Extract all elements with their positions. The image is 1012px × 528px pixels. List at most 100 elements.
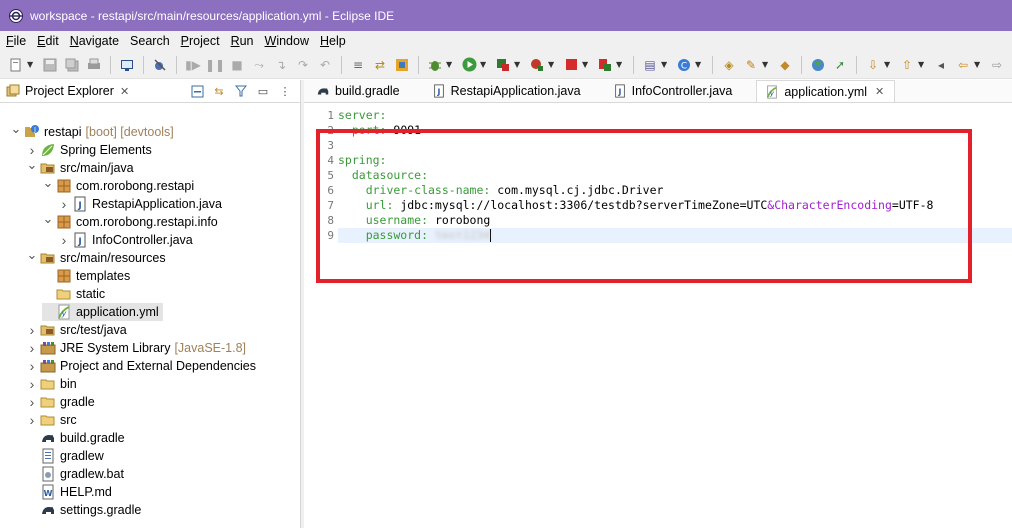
suspend-icon[interactable]: ❚❚ — [205, 57, 225, 73]
tree-item-application-yml[interactable]: y application.yml — [42, 303, 163, 321]
code-line[interactable]: server: — [338, 108, 998, 123]
menu-item-file[interactable]: File — [1, 34, 31, 48]
close-icon[interactable]: ✕ — [120, 85, 129, 98]
chevron-down-icon[interactable]: ▼ — [762, 60, 770, 69]
menu-item-window[interactable]: Window — [260, 34, 314, 48]
terminal-icon[interactable] — [119, 57, 135, 73]
chevron-down-icon[interactable]: ⌄ — [26, 157, 38, 173]
forward-icon[interactable]: ⇨ — [989, 57, 1005, 73]
chevron-down-icon[interactable]: ▼ — [884, 60, 892, 69]
menu-item-help[interactable]: Help — [315, 34, 351, 48]
collapse-all-icon[interactable] — [190, 84, 204, 98]
chevron-down-icon[interactable]: ⌄ — [26, 247, 38, 263]
globe-icon[interactable] — [810, 57, 826, 73]
chevron-right-icon[interactable]: › — [26, 142, 38, 158]
tree-item-restapiapplication-java[interactable]: › J RestapiApplication.java — [58, 195, 222, 213]
editor-tab-application-yml[interactable]: y application.yml ✕ — [756, 80, 896, 102]
terminate-icon[interactable]: ■ — [229, 57, 245, 73]
run-last-tool-icon[interactable]: ➚ — [832, 57, 848, 73]
chevron-right-icon[interactable]: › — [26, 322, 38, 338]
save-all-icon[interactable] — [64, 57, 80, 73]
chevron-down-icon[interactable]: ▼ — [695, 60, 703, 69]
chevron-down-icon[interactable]: ▼ — [446, 60, 454, 69]
chevron-down-icon[interactable]: ▼ — [918, 60, 926, 69]
skip-breakpoints-icon[interactable] — [152, 57, 168, 73]
chevron-down-icon[interactable]: ▼ — [661, 60, 669, 69]
view-menu-icon[interactable]: ⋮ — [278, 84, 292, 98]
menu-item-run[interactable]: Run — [226, 34, 259, 48]
external-tools-icon[interactable] — [529, 57, 545, 73]
chevron-right-icon[interactable]: › — [26, 394, 38, 410]
save-icon[interactable] — [42, 57, 58, 73]
chevron-right-icon[interactable]: › — [58, 196, 70, 212]
link-with-editor-icon[interactable]: ⇆ — [212, 84, 226, 98]
menu-item-navigate[interactable]: Navigate — [65, 34, 124, 48]
menu-item-edit[interactable]: Edit — [32, 34, 64, 48]
close-icon[interactable]: ✕ — [875, 85, 884, 98]
debug-icon[interactable] — [427, 57, 443, 73]
chevron-right-icon[interactable]: › — [58, 232, 70, 248]
search-flashlight-icon[interactable]: ✎ — [743, 57, 759, 73]
chevron-right-icon[interactable]: › — [26, 340, 38, 356]
step-over-icon[interactable]: ↷ — [295, 57, 311, 73]
filter-icon[interactable] — [234, 84, 248, 98]
chevron-right-icon[interactable]: › — [26, 358, 38, 374]
tree-item-help-md[interactable]: W HELP.md — [26, 483, 112, 501]
tree-item-spring-elements[interactable]: › Spring Elements — [26, 141, 152, 159]
chevron-down-icon[interactable]: ▼ — [480, 60, 488, 69]
print-icon[interactable] — [86, 57, 102, 73]
tree-item-src-main-resources[interactable]: ⌄ src/main/resources — [26, 247, 166, 267]
tree-item-build-gradle[interactable]: build.gradle — [26, 429, 125, 447]
coverage-icon[interactable] — [495, 57, 511, 73]
run-icon[interactable] — [461, 57, 477, 73]
chevron-down-icon[interactable]: ▼ — [582, 60, 590, 69]
back-icon[interactable]: ⇦ — [955, 57, 971, 73]
next-annotation-icon[interactable]: ⇩ — [865, 57, 881, 73]
editor-tab-restapiapplication-java[interactable]: J RestapiApplication.java — [424, 80, 591, 102]
refactor-icon[interactable]: ⇄ — [372, 57, 388, 73]
disconnect-icon[interactable]: ⤳ — [251, 57, 267, 73]
chevron-down-icon[interactable]: ▼ — [27, 60, 35, 69]
tree-item-com-rorobong-restapi-info[interactable]: ⌄ com.rorobong.restapi.info — [42, 211, 218, 231]
last-edit-icon[interactable]: ◂ — [933, 57, 949, 73]
step-into-icon[interactable]: ↴ — [273, 57, 289, 73]
chevron-down-icon[interactable]: ⌄ — [42, 211, 54, 227]
previous-annotation-icon[interactable]: ⇧ — [899, 57, 915, 73]
chevron-right-icon[interactable]: › — [26, 376, 38, 392]
chevron-down-icon[interactable]: ⌄ — [10, 121, 22, 137]
menu-item-project[interactable]: Project — [176, 34, 225, 48]
project-explorer-tab[interactable]: Project Explorer ✕ ⇆ ▭ ⋮ — [0, 80, 300, 103]
tree-item-gradlew-bat[interactable]: gradlew.bat — [26, 465, 124, 483]
chevron-down-icon[interactable]: ▼ — [548, 60, 556, 69]
chevron-down-icon[interactable]: ▼ — [616, 60, 624, 69]
format-icon[interactable]: ≡ — [350, 57, 366, 73]
tree-item-com-rorobong-restapi[interactable]: ⌄ com.rorobong.restapi — [42, 175, 195, 195]
menu-item-search[interactable]: Search — [125, 34, 175, 48]
step-return-icon[interactable]: ↶ — [317, 57, 333, 73]
tree-item-infocontroller-java[interactable]: › J InfoController.java — [58, 231, 193, 249]
chevron-down-icon[interactable]: ▼ — [514, 60, 522, 69]
tree-item-bin[interactable]: › bin — [26, 375, 77, 393]
editor-tab-build-gradle[interactable]: build.gradle — [308, 80, 410, 102]
chevron-down-icon[interactable]: ▼ — [974, 60, 982, 69]
tree-item-restapi[interactable]: ⌄ Jrestapi [boot] [devtools] — [10, 121, 174, 141]
tree-item-static[interactable]: static — [42, 285, 105, 303]
yaml-editor[interactable]: 123456789 server: port: 9091 spring: data… — [304, 106, 1012, 526]
new-java-project-icon[interactable]: ▤ — [642, 57, 658, 73]
boot-dashboard-icon[interactable] — [597, 57, 613, 73]
resume-icon[interactable]: ▮▶ — [185, 57, 201, 73]
chevron-down-icon[interactable]: ⌄ — [42, 175, 54, 191]
tree-item-project-and-external-dependencies[interactable]: › Project and External Dependencies — [26, 357, 256, 375]
minimize-icon[interactable]: ▭ — [256, 84, 270, 98]
open-type-icon[interactable]: ◈ — [721, 57, 737, 73]
new-class-icon[interactable]: C — [676, 57, 692, 73]
tree-item-src[interactable]: › src — [26, 411, 77, 429]
tree-item-gradlew[interactable]: gradlew — [26, 447, 104, 465]
open-task-icon[interactable]: ◆ — [777, 57, 793, 73]
tree-item-templates[interactable]: templates — [42, 267, 130, 285]
new-icon[interactable] — [8, 57, 24, 73]
stop-icon[interactable] — [563, 57, 579, 73]
gradle-task-icon[interactable] — [394, 57, 410, 73]
tree-item-gradle[interactable]: › gradle — [26, 393, 95, 411]
tree-item-src-test-java[interactable]: › src/test/java — [26, 321, 127, 339]
